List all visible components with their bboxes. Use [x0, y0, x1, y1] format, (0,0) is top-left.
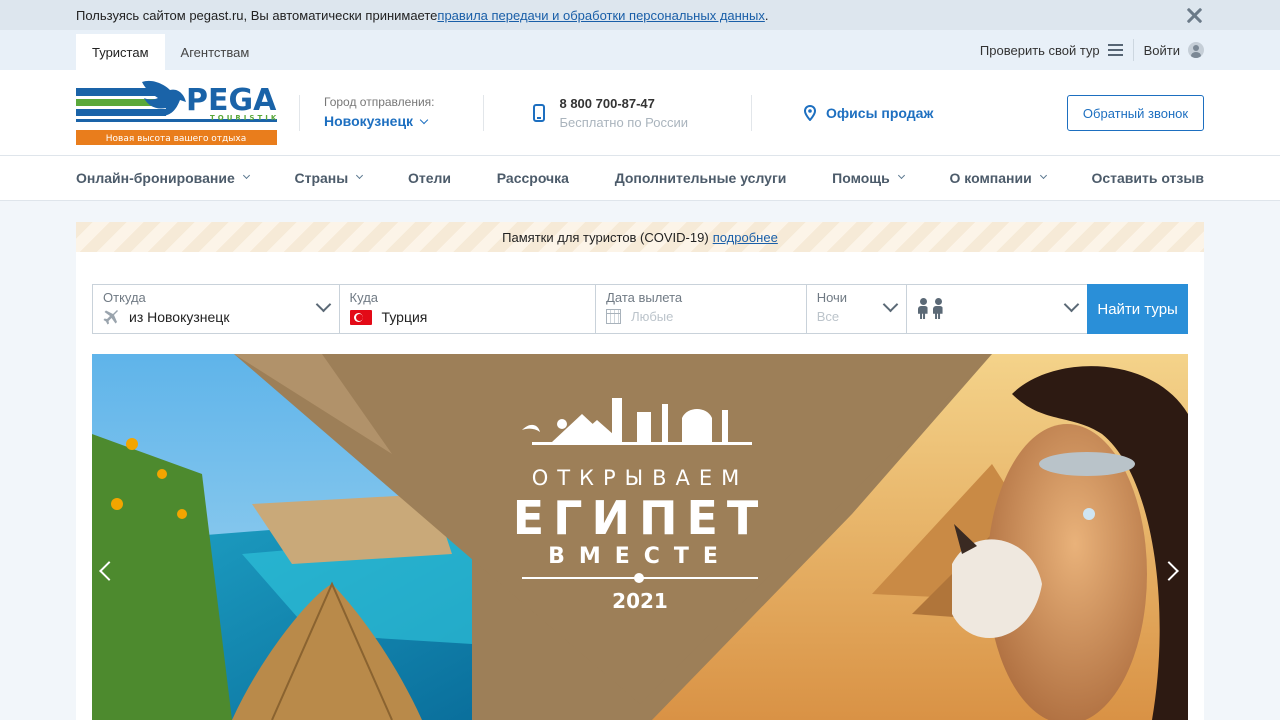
chevron-down-icon [1039, 171, 1047, 179]
notice-text: Памятки для туристов (COVID-19) [502, 229, 709, 245]
city-value: Новокузнецк [324, 112, 414, 129]
chevron-down-icon [419, 115, 429, 124]
nav-hotels[interactable]: Отели [408, 170, 451, 186]
nav-label: Помощь [832, 170, 890, 186]
phone-note: Бесплатно по России [559, 114, 689, 130]
main-content: Памятки для туристов (COVID-19) подробне… [76, 222, 1204, 720]
tab-tourists[interactable]: Туристам [76, 34, 165, 70]
banner-line2: ЕГИПЕТ [512, 491, 768, 545]
divider [1132, 39, 1134, 61]
hotline: 8 800 700-87-47 Бесплатно по России [483, 94, 689, 131]
to-value-row: Турция [349, 309, 586, 325]
date-placeholder: Любые [631, 309, 674, 324]
banner-year: 2021 [612, 589, 668, 613]
nav-label: О компании [949, 170, 1032, 186]
phone-icon [533, 103, 546, 122]
chevron-down-icon [356, 171, 364, 179]
nav-label: Рассрочка [496, 170, 569, 186]
tourists-value-row [917, 285, 1078, 333]
check-tour-link[interactable]: Проверить свой тур [980, 43, 1100, 58]
tab-agencies[interactable]: Агентствам [165, 34, 266, 70]
find-tours-button[interactable]: Найти туры [1087, 284, 1189, 334]
nav-label: Отели [407, 170, 451, 186]
nav-about[interactable]: О компании [949, 170, 1047, 186]
tourists-field[interactable] [907, 285, 1088, 333]
list-icon[interactable] [1107, 44, 1123, 56]
nav-label: Оставить отзыв [1091, 170, 1204, 186]
main-nav: Онлайн-бронирование Страны Отели Рассроч… [0, 156, 1280, 201]
notice-more-link[interactable]: подробнее [713, 230, 778, 245]
banner-divider [522, 573, 758, 583]
nights-field[interactable]: Ночи Все [807, 285, 907, 333]
cookie-tail: . [764, 7, 769, 23]
departure-city: Город отправления: Новокузнецк [299, 94, 435, 131]
tour-search-form: Откуда из Новокузнецк Куда Турция Дата в… [92, 284, 1189, 334]
to-value: Турция [381, 309, 428, 325]
turkey-flag-icon [349, 309, 372, 325]
site-header: PEGAS TOURISTIK Новая высота вашего отды… [0, 70, 1280, 156]
person-icon [932, 298, 944, 320]
from-label: Откуда [103, 290, 146, 305]
login-link[interactable]: Войти [1144, 43, 1180, 58]
from-value-row: из Новокузнецк [103, 309, 329, 325]
audience-tabs: Туристам Агентствам Проверить свой тур В… [0, 30, 1280, 70]
nav-online-booking[interactable]: Онлайн-бронирование [76, 170, 250, 186]
logo-brand-text: PEGAS [186, 83, 277, 118]
location-pin-icon [804, 104, 817, 121]
nav-countries[interactable]: Страны [294, 170, 364, 186]
city-label: Город отправления: [324, 94, 435, 109]
date-value-row: Любые [606, 309, 796, 324]
nights-value: Все [816, 309, 840, 324]
chevron-down-icon [242, 171, 250, 179]
from-field[interactable]: Откуда из Новокузнецк [93, 285, 340, 333]
nav-label: Онлайн-бронирование [76, 170, 235, 186]
cookie-policy-link[interactable]: правила передачи и обработки персональны… [437, 8, 764, 23]
logo-graphic: PEGAS TOURISTIK Новая высота вашего отды… [76, 80, 298, 145]
banner-line1: ОТКРЫВАЕМ [531, 466, 749, 490]
covid-notice: Памятки для туристов (COVID-19) подробне… [76, 222, 1204, 252]
nav-installments[interactable]: Рассрочка [497, 170, 569, 186]
cookie-text: Пользуясь сайтом pegast.ru, Вы автоматич… [76, 7, 438, 23]
person-icon [917, 298, 929, 320]
banner-headline: ОТКРЫВАЕМ ЕГИПЕТ ВМЕСТЕ 2021 [512, 466, 768, 613]
promo-banner[interactable]: ОТКРЫВАЕМ ЕГИПЕТ ВМЕСТЕ 2021 [92, 354, 1188, 720]
date-field[interactable]: Дата вылета Любые [596, 285, 807, 333]
nav-leave-review[interactable]: Оставить отзыв [1091, 170, 1203, 186]
cookie-bar: Пользуясь сайтом pegast.ru, Вы автоматич… [0, 0, 1280, 30]
phone-number[interactable]: 8 800 700-87-47 [559, 96, 688, 111]
nav-extra-services[interactable]: Дополнительные услуги [615, 170, 787, 186]
plane-icon [103, 310, 118, 325]
logo-slogan: Новая высота вашего отдыха [106, 134, 246, 144]
logo-sub-text: TOURISTIK [210, 114, 277, 122]
city-selector[interactable]: Новокузнецк [324, 113, 434, 129]
nav-label: Дополнительные услуги [614, 170, 787, 186]
from-value: из Новокузнецк [129, 309, 230, 325]
to-field[interactable]: Куда Турция [340, 285, 597, 333]
banner-line3: ВМЕСТЕ [548, 544, 732, 569]
nav-label: Страны [294, 170, 349, 186]
user-icon[interactable] [1188, 42, 1204, 58]
top-actions: Проверить свой тур Войти [980, 30, 1204, 70]
callback-button[interactable]: Обратный звонок [1067, 95, 1204, 131]
date-label: Дата вылета [606, 290, 683, 305]
calendar-icon [606, 309, 622, 324]
chevron-down-icon [897, 171, 905, 179]
nav-help[interactable]: Помощь [832, 170, 905, 186]
offices-label: Офисы продаж [826, 104, 934, 121]
close-icon[interactable] [1184, 5, 1204, 25]
to-label: Куда [349, 290, 379, 305]
sales-offices-link[interactable]: Офисы продаж [751, 94, 934, 131]
pegas-logo[interactable]: PEGAS TOURISTIK Новая высота вашего отды… [76, 80, 298, 146]
